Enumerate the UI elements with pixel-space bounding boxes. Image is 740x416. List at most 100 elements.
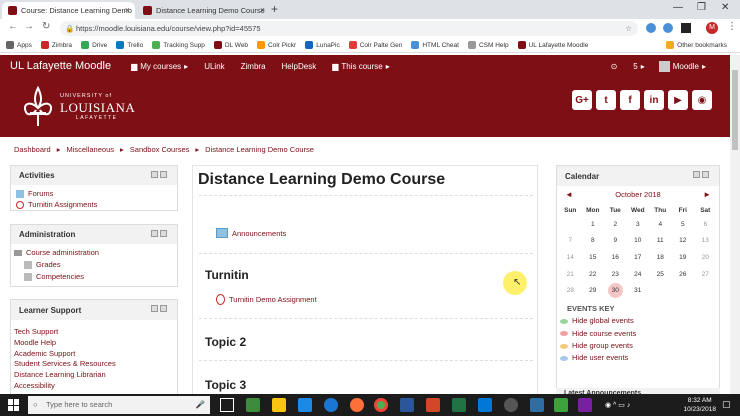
profile-avatar[interactable]: M	[706, 22, 718, 34]
bookmark-drive[interactable]: Drive	[81, 41, 107, 49]
breadcrumb-miscellaneous[interactable]: Miscellaneous	[66, 145, 114, 154]
tab-course-active[interactable]: Course: Distance Learning Demo ×	[2, 2, 135, 19]
calendar-day[interactable]: 13	[694, 233, 717, 250]
admin-competencies[interactable]: Competencies	[24, 271, 177, 282]
link-accessibility[interactable]: Accessibility	[14, 381, 177, 392]
block-controls-icon[interactable]	[693, 171, 709, 178]
calendar-day[interactable]: 5	[672, 216, 695, 233]
task-view-icon[interactable]	[220, 398, 234, 412]
user-menu[interactable]: Moodle	[673, 62, 699, 71]
section-topic-2[interactable]: Topic 2	[205, 335, 246, 349]
admin-course-administration[interactable]: Course administration	[14, 247, 177, 258]
calendar-day[interactable]: 21	[559, 266, 582, 283]
calendar-day[interactable]: 23	[604, 266, 627, 283]
calendar-day[interactable]: 6	[694, 216, 717, 233]
bookmark-dlweb[interactable]: DL Web	[213, 41, 248, 49]
twitter-icon[interactable]: t	[596, 90, 616, 110]
link-student-services[interactable]: Student Services & Resources	[14, 359, 177, 370]
taskbar-clock[interactable]: 8:32 AM 10/23/2018	[683, 396, 716, 414]
reload-icon[interactable]: ↻	[42, 21, 50, 32]
site-brand[interactable]: UL Lafayette Moodle	[10, 60, 111, 72]
section-turnitin[interactable]: Turnitin	[205, 268, 249, 282]
hide-course-events[interactable]: Hide course events	[560, 328, 719, 339]
message-icon[interactable]: ▸	[641, 62, 645, 71]
block-controls-icon[interactable]	[151, 171, 167, 178]
bookmark-htmlcheat[interactable]: HTML Cheat	[411, 41, 459, 49]
admin-grades[interactable]: Grades	[24, 259, 177, 270]
taskbar-app-icon[interactable]	[578, 398, 592, 412]
calendar-day[interactable]: 17	[627, 249, 650, 266]
bookmark-apps[interactable]: Apps	[6, 41, 32, 49]
settings-icon[interactable]: ⊙	[611, 62, 618, 71]
calendar-day[interactable]: 22	[582, 266, 605, 283]
extension-icon[interactable]	[646, 23, 656, 33]
bookmark-lunapic[interactable]: LunaPic	[305, 41, 340, 49]
calendar-day[interactable]: 1	[582, 216, 605, 233]
linkedin-icon[interactable]: in	[644, 90, 664, 110]
calendar-day[interactable]: 14	[559, 249, 582, 266]
calendar-day[interactable]: 20	[694, 249, 717, 266]
link-tech-support[interactable]: Tech Support	[14, 327, 177, 338]
word-icon[interactable]	[400, 398, 414, 412]
calendar-day[interactable]: 8	[582, 233, 605, 250]
bookmark-ullafayette[interactable]: UL Lafayette Moodle	[517, 41, 588, 49]
turnitin-demo-assignment-link[interactable]: Turnitin Demo Assignment	[216, 294, 317, 305]
calendar-day[interactable]: 11	[649, 233, 672, 250]
link-moodle-help[interactable]: Moodle Help	[14, 338, 177, 349]
section-topic-3[interactable]: Topic 3	[205, 378, 246, 392]
calendar-day[interactable]: 31	[627, 282, 650, 299]
menu-dots-icon[interactable]: ⋮	[727, 21, 737, 32]
taskbar-app-icon[interactable]	[478, 398, 492, 412]
nav-helpdesk[interactable]: HelpDesk	[282, 62, 317, 71]
calendar-day[interactable]: 7	[559, 233, 582, 250]
block-controls-icon[interactable]	[151, 230, 167, 237]
tab-course-demo[interactable]: Distance Learning Demo Course ×	[137, 2, 270, 19]
next-month-arrow-icon[interactable]: ►	[703, 190, 711, 199]
taskbar-app-icon[interactable]	[324, 398, 338, 412]
bookmark-colrpickr[interactable]: Colr Pickr	[257, 41, 296, 49]
bookmark-trello[interactable]: Trello	[116, 41, 143, 49]
excel-icon[interactable]	[452, 398, 466, 412]
calendar-day[interactable]: 15	[582, 249, 605, 266]
calendar-day[interactable]: 18	[649, 249, 672, 266]
close-tab-icon[interactable]: ×	[125, 5, 130, 15]
activity-forums[interactable]: Forums	[16, 188, 177, 199]
calendar-day[interactable]: 9	[604, 233, 627, 250]
scrollbar-thumb[interactable]	[732, 70, 738, 150]
extension-icon[interactable]	[681, 23, 691, 33]
calendar-day[interactable]: 10	[627, 233, 650, 250]
back-icon[interactable]: ←	[8, 21, 18, 32]
calendar-day[interactable]: 28	[559, 282, 582, 299]
powerpoint-icon[interactable]	[426, 398, 440, 412]
close-tab-icon[interactable]: ×	[260, 5, 265, 15]
taskbar-app-icon[interactable]	[554, 398, 568, 412]
bookmark-tracking[interactable]: Tracking Supp	[152, 41, 205, 49]
other-bookmarks[interactable]: Other bookmarks	[666, 41, 727, 49]
calendar-day[interactable]: 2	[604, 216, 627, 233]
block-controls-icon[interactable]	[151, 305, 167, 312]
chrome-icon[interactable]	[374, 398, 388, 412]
calendar-day[interactable]: 3	[627, 216, 650, 233]
activity-turnitin[interactable]: Turnitin Assignments	[16, 199, 177, 210]
nav-my-courses[interactable]: ▆ My courses ▸	[131, 62, 188, 71]
calendar-day[interactable]: 4	[649, 216, 672, 233]
taskbar-app-icon[interactable]	[530, 398, 544, 412]
breadcrumb-dashboard[interactable]: Dashboard	[14, 145, 51, 154]
youtube-icon[interactable]: ▶	[668, 90, 688, 110]
calendar-day[interactable]: 16	[604, 249, 627, 266]
taskbar-app-icon[interactable]	[246, 398, 260, 412]
university-logo[interactable]: UNIVERSITY of LOUISIANA LAFAYETTE	[20, 86, 135, 128]
calendar-day[interactable]: 19	[672, 249, 695, 266]
calendar-day[interactable]: 25	[649, 266, 672, 283]
forward-icon[interactable]: →	[24, 21, 34, 32]
announcements-link[interactable]: Announcements	[216, 228, 286, 238]
bookmark-zimbra[interactable]: Zimbra	[40, 41, 72, 49]
link-librarian[interactable]: Distance Learning Librarian	[14, 370, 177, 381]
globe-icon[interactable]: ◉	[692, 90, 712, 110]
hide-group-events[interactable]: Hide group events	[560, 341, 719, 352]
user-avatar[interactable]	[658, 60, 670, 72]
link-academic-support[interactable]: Academic Support	[14, 349, 177, 360]
windows-start-icon[interactable]	[8, 399, 20, 411]
minimize-icon[interactable]: —	[673, 2, 683, 13]
calendar-day[interactable]: 12	[672, 233, 695, 250]
